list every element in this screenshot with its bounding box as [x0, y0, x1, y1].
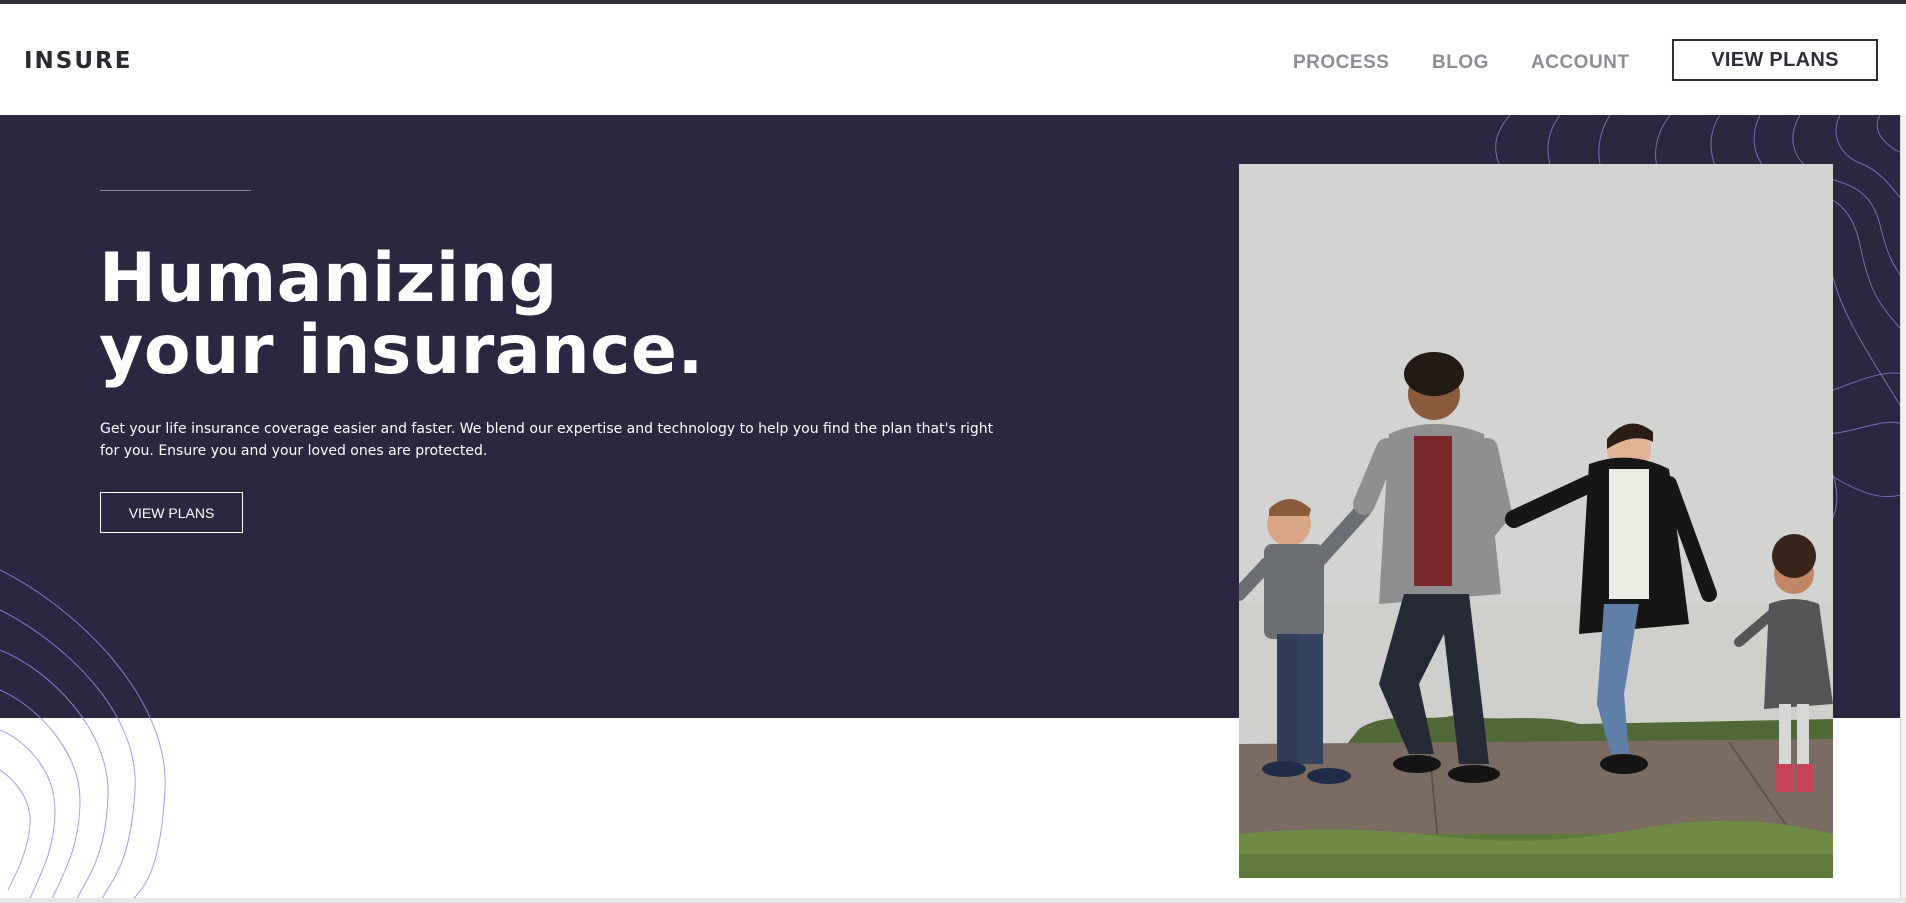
vertical-scrollbar[interactable]	[1900, 115, 1906, 903]
hero-title-line-2: your insurance.	[99, 311, 704, 390]
view-plans-header-button[interactable]: VIEW PLANS	[1672, 39, 1878, 81]
family-walking-photo	[1239, 164, 1833, 878]
hero-description: Get your life insurance coverage easier …	[100, 421, 994, 459]
horizontal-scrollbar[interactable]	[0, 898, 1906, 903]
brand-logo[interactable]: INSURE	[24, 48, 132, 74]
nav-link-account[interactable]: ACCOUNT	[1531, 52, 1630, 74]
view-plans-hero-button[interactable]: VIEW PLANS	[100, 492, 243, 533]
nav-link-process[interactable]: PROCESS	[1293, 52, 1389, 74]
hero-family-photo	[1239, 164, 1833, 878]
nav-link-blog[interactable]: BLOG	[1432, 52, 1489, 74]
hero-title-line-1: Humanizing	[99, 239, 558, 318]
hero-divider	[100, 190, 251, 191]
wave-pattern-left	[0, 570, 166, 903]
site-header: INSURE PROCESS BLOG ACCOUNT VIEW PLANS	[0, 4, 1906, 115]
hero-title: Humanizing your insurance.	[99, 243, 704, 387]
